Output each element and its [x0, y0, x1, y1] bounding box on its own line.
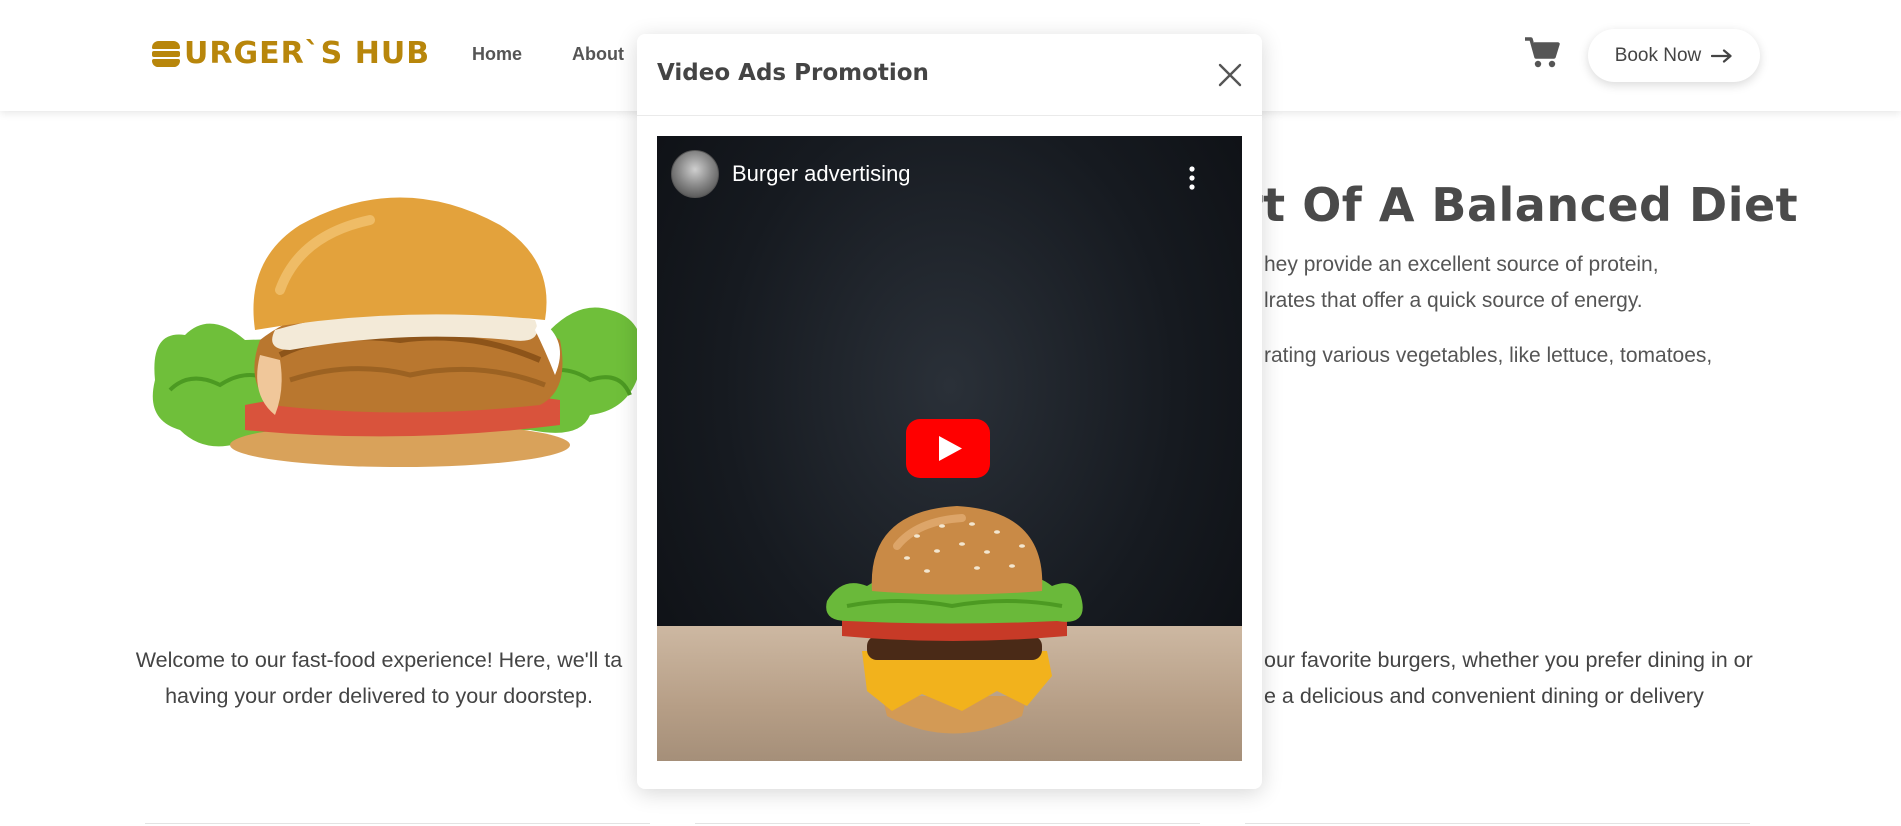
body-text-line: lrates that offer a quick source of ener…	[1264, 289, 1643, 312]
welcome-line: Welcome to our fast-food experience! Her…	[135, 648, 623, 672]
video-player[interactable]: Burger advertising	[657, 136, 1242, 761]
video-title-bar: Burger advertising	[671, 150, 911, 198]
modal-header: Video Ads Promotion	[637, 34, 1262, 116]
welcome-line: e a delicious and convenient dining or d…	[1264, 684, 1704, 708]
body-text-line: rating various vegetables, like lettuce,…	[1264, 344, 1713, 367]
welcome-text-right: our favorite burgers, whether you prefer…	[1264, 642, 1764, 714]
nav-link-home[interactable]: Home	[472, 44, 522, 65]
channel-avatar[interactable]	[671, 150, 719, 198]
video-burger-image	[826, 506, 1083, 734]
site-logo[interactable]: URGER`S HUB	[152, 36, 430, 71]
book-now-label: Book Now	[1614, 44, 1702, 66]
video-title[interactable]: Burger advertising	[732, 161, 911, 187]
more-vertical-icon[interactable]	[1187, 166, 1197, 190]
body-text-line: hey provide an excellent source of prote…	[1264, 253, 1659, 276]
play-icon[interactable]	[906, 419, 990, 478]
chicken-burger-image	[152, 197, 642, 467]
burger-logo-icon	[152, 39, 182, 69]
modal-title: Video Ads Promotion	[657, 60, 929, 86]
card-divider	[145, 823, 650, 824]
video-modal: Video Ads Promotion Burger advertising	[637, 34, 1262, 789]
arrow-right-icon	[1711, 48, 1732, 63]
cart-icon[interactable]	[1524, 36, 1560, 70]
close-icon[interactable]	[1217, 62, 1243, 88]
welcome-text-left: Welcome to our fast-food experience! Her…	[120, 642, 638, 714]
welcome-line: having your order delivered to your door…	[165, 684, 593, 708]
nav-link-about[interactable]: About	[572, 44, 624, 65]
card-divider	[1245, 823, 1750, 824]
book-now-button[interactable]: Book Now	[1588, 29, 1760, 82]
section-heading: rt Of A Balanced Diet	[1240, 178, 1799, 232]
card-divider	[695, 823, 1200, 824]
main-nav: Home About	[472, 44, 624, 65]
logo-text: URGER`S HUB	[184, 36, 431, 71]
welcome-line: our favorite burgers, whether you prefer…	[1264, 648, 1753, 672]
